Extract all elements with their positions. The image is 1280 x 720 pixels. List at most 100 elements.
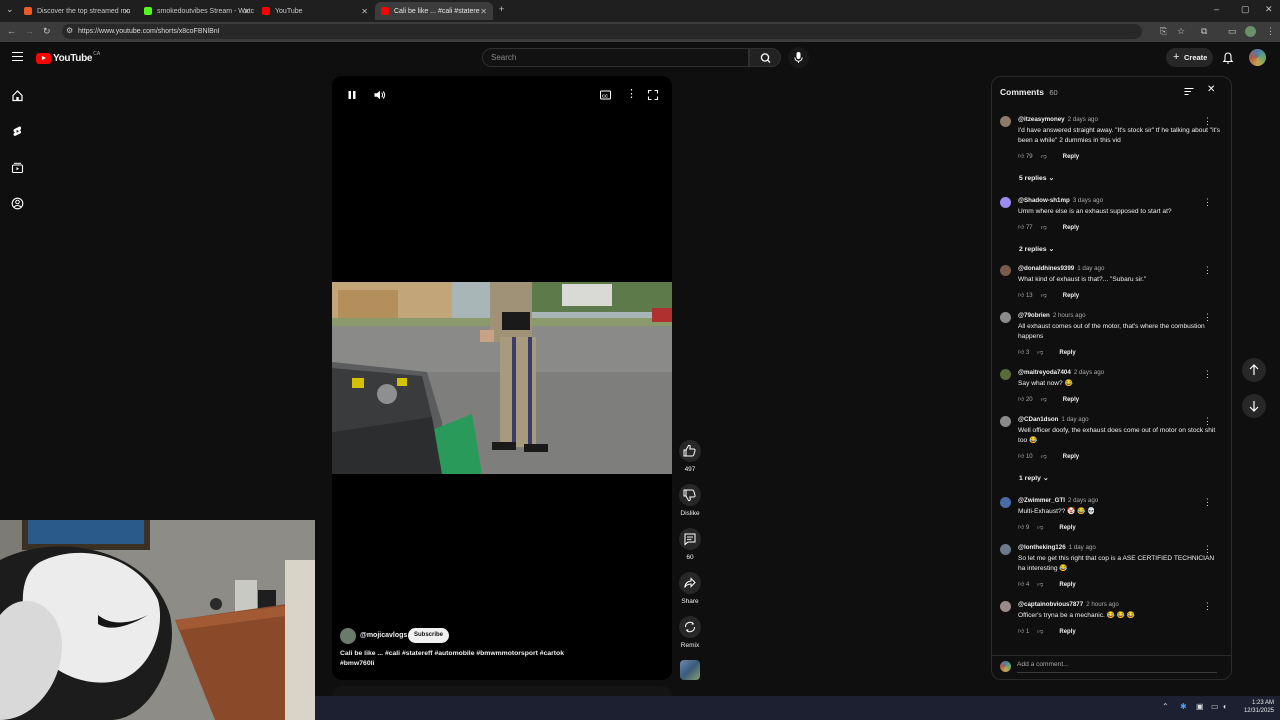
commenter-avatar[interactable] — [1000, 544, 1011, 555]
like-button[interactable] — [679, 440, 701, 462]
account-avatar[interactable] — [1249, 49, 1266, 66]
comment-dislike-icon[interactable]: 👎︎ — [1037, 629, 1043, 635]
view-replies-button[interactable]: 2 replies ⌄ — [1019, 245, 1054, 253]
comment-author[interactable]: @donaldhines9399 1 day ago — [1018, 265, 1104, 272]
network-icon[interactable]: ▭ — [1211, 702, 1219, 711]
close-icon[interactable]: ✕ — [243, 7, 250, 16]
bookmark-star-icon[interactable]: ☆ — [1177, 27, 1185, 36]
install-icon[interactable]: ⎘ — [1160, 27, 1167, 36]
comment-like-icon[interactable]: 👍︎ — [1018, 397, 1024, 403]
channel-handle[interactable]: @mojicavlogs — [360, 632, 407, 639]
comment-like-icon[interactable]: 👍︎ — [1018, 454, 1024, 460]
commenter-avatar[interactable] — [1000, 497, 1011, 508]
app-tray-icon[interactable]: ▣ — [1196, 702, 1204, 711]
comment-author[interactable]: @CDan1dson 1 day ago — [1018, 416, 1089, 423]
voice-search-button[interactable] — [788, 47, 809, 68]
close-comments-icon[interactable]: ✕ — [1207, 84, 1215, 95]
shorts-player[interactable]: CC ⋮ @mojicavlogs Subscribe Cali be like… — [332, 76, 672, 680]
volume-icon[interactable] — [373, 89, 386, 101]
comment-dislike-icon[interactable]: 👎︎ — [1037, 350, 1043, 356]
more-options-icon[interactable]: ⋮ — [626, 87, 637, 100]
minimize-icon[interactable]: – — [1214, 5, 1219, 14]
comment-like-icon[interactable]: 👍︎ — [1018, 293, 1024, 299]
new-tab-icon[interactable]: + — [499, 5, 504, 14]
view-replies-button[interactable]: 1 reply ⌄ — [1019, 474, 1049, 482]
create-button[interactable]: + Create — [1166, 48, 1213, 67]
reply-button[interactable]: Reply — [1059, 582, 1075, 588]
commenter-avatar[interactable] — [1000, 312, 1011, 323]
comment-like-icon[interactable]: 👍︎ — [1018, 350, 1024, 356]
reply-button[interactable]: Reply — [1063, 454, 1079, 460]
volume-tray-icon[interactable]: ◖ — [1222, 702, 1227, 711]
channel-avatar[interactable] — [340, 628, 356, 644]
tab-search-icon[interactable]: ⌄ — [6, 5, 14, 14]
tray-overflow-icon[interactable]: ⌃ — [1162, 702, 1169, 711]
address-bar[interactable]: ⚙ https://www.youtube.com/shorts/x8coFBN… — [62, 24, 1142, 39]
reply-button[interactable]: Reply — [1059, 629, 1075, 635]
share-button[interactable] — [679, 572, 701, 594]
browser-tab-1[interactable]: Discover the top streamed mu ✕ — [18, 2, 136, 20]
home-icon[interactable] — [11, 89, 24, 102]
reload-icon[interactable]: ↻ — [43, 27, 51, 36]
comment-dislike-icon[interactable]: 👎︎ — [1041, 225, 1047, 231]
comment-like-icon[interactable]: 👍︎ — [1018, 154, 1024, 160]
reply-button[interactable]: Reply — [1063, 397, 1079, 403]
commenter-avatar[interactable] — [1000, 601, 1011, 612]
reply-button[interactable]: Reply — [1063, 225, 1079, 231]
reply-button[interactable]: Reply — [1063, 293, 1079, 299]
search-input[interactable]: Search — [482, 48, 749, 67]
notifications-bell-icon[interactable] — [1221, 51, 1235, 65]
profile-avatar[interactable] — [1245, 26, 1256, 37]
maximize-icon[interactable]: ▢ — [1241, 5, 1250, 14]
reply-button[interactable]: Reply — [1059, 350, 1075, 356]
dislike-button[interactable] — [679, 484, 701, 506]
menu-kebab-icon[interactable]: ⋮ — [1266, 27, 1275, 36]
search-button[interactable] — [749, 48, 781, 67]
comment-dislike-icon[interactable]: 👎︎ — [1041, 154, 1047, 160]
fullscreen-icon[interactable] — [647, 89, 659, 101]
comment-like-icon[interactable]: 👍︎ — [1018, 629, 1024, 635]
downloads-icon[interactable]: ▭ — [1228, 27, 1237, 36]
you-profile-icon[interactable] — [11, 197, 24, 210]
close-icon[interactable]: ✕ — [361, 7, 368, 16]
comment-author[interactable]: @Zwimmer_GTI 2 days ago — [1018, 497, 1098, 504]
extensions-icon[interactable]: ⧉ — [1201, 27, 1207, 36]
comment-author[interactable]: @captainobvious7877 2 hours ago — [1018, 601, 1119, 608]
comment-like-icon[interactable]: 👍︎ — [1018, 582, 1024, 588]
shorts-icon[interactable] — [11, 125, 24, 138]
comment-author[interactable]: @lontheking126 1 day ago — [1018, 544, 1096, 551]
add-comment-input[interactable]: Add a comment... — [1017, 661, 1217, 673]
clock[interactable]: 1:23 AM 12/31/2025 — [1236, 699, 1274, 715]
hamburger-menu-icon[interactable] — [12, 52, 23, 61]
close-icon[interactable]: ✕ — [480, 7, 487, 16]
comments-button[interactable] — [679, 528, 701, 550]
comment-dislike-icon[interactable]: 👎︎ — [1041, 454, 1047, 460]
video-frame[interactable] — [332, 282, 672, 474]
comment-like-icon[interactable]: 👍︎ — [1018, 525, 1024, 531]
comment-like-icon[interactable]: 👍︎ — [1018, 225, 1024, 231]
commenter-avatar[interactable] — [1000, 116, 1011, 127]
subscriptions-icon[interactable] — [11, 161, 24, 174]
comment-dislike-icon[interactable]: 👎︎ — [1041, 397, 1047, 403]
comment-author[interactable]: @Shadow-sh1mp 3 days ago — [1018, 197, 1103, 204]
reply-button[interactable]: Reply — [1059, 525, 1075, 531]
subscribe-button[interactable]: Subscribe — [408, 628, 450, 643]
back-icon[interactable]: ← — [7, 27, 16, 36]
forward-icon[interactable]: → — [25, 27, 34, 36]
commenter-avatar[interactable] — [1000, 197, 1011, 208]
browser-tab-2[interactable]: smokedoutvibes Stream - Watc ✕ — [138, 2, 256, 20]
browser-tab-4[interactable]: Cali be like ... #cali #statere ✕ — [375, 2, 493, 20]
commenter-avatar[interactable] — [1000, 369, 1011, 380]
captions-icon[interactable]: CC — [599, 89, 612, 101]
next-short-button[interactable] — [1242, 394, 1266, 418]
reply-button[interactable]: Reply — [1063, 154, 1079, 160]
remix-button[interactable] — [679, 616, 701, 638]
close-icon[interactable]: ✕ — [123, 7, 130, 16]
comment-author[interactable]: @itzeasymoney 2 days ago — [1018, 116, 1098, 123]
comment-author[interactable]: @79obrien 2 hours ago — [1018, 312, 1086, 319]
comment-dislike-icon[interactable]: 👎︎ — [1037, 582, 1043, 588]
comment-dislike-icon[interactable]: 👎︎ — [1041, 293, 1047, 299]
view-replies-button[interactable]: 5 replies ⌄ — [1019, 174, 1054, 182]
browser-tab-3[interactable]: YouTube ✕ — [256, 2, 374, 20]
youtube-logo[interactable]: YouTube CA — [36, 51, 100, 64]
